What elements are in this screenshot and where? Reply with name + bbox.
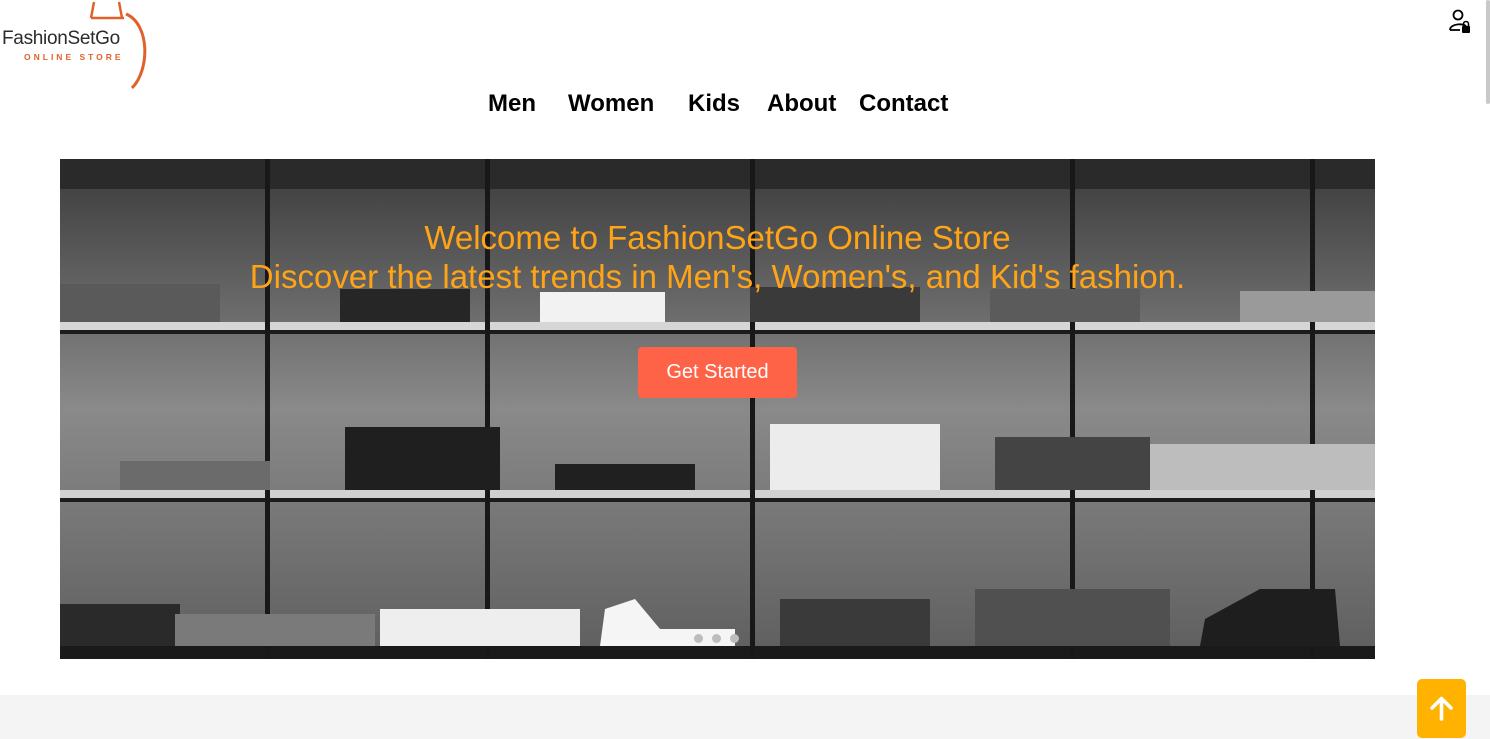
arrow-up-icon [1430,696,1453,721]
carousel-dot[interactable] [730,634,739,643]
brand-name: FashionSetGo [2,28,120,49]
nav-item-kids[interactable]: Kids [688,90,740,118]
nav-item-women[interactable]: Women [568,90,654,118]
brand-tagline: ONLINE STORE [24,52,124,62]
carousel-dot[interactable] [694,634,703,643]
nav-item-about[interactable]: About [767,90,836,118]
footer-band [0,695,1490,739]
main-nav: Men Women Kids About Contact [0,90,1490,120]
hero-title: Welcome to FashionSetGo Online Store [424,219,1011,256]
nav-item-contact[interactable]: Contact [859,90,948,118]
get-started-button[interactable]: Get Started [638,347,797,398]
nav-item-men[interactable]: Men [488,90,536,118]
hero-subtitle: Discover the latest trends in Men's, Wom… [249,258,1186,295]
page-scrollbar[interactable] [1486,0,1490,104]
user-lock-icon[interactable] [1448,8,1472,34]
scroll-to-top-button[interactable] [1417,679,1466,738]
brand-logo[interactable]: FashionSetGo ONLINE STORE [0,0,152,92]
carousel-indicators [694,634,754,646]
carousel-dot[interactable] [712,634,721,643]
hero-carousel: Welcome to FashionSetGo Online Store Dis… [60,159,1375,659]
